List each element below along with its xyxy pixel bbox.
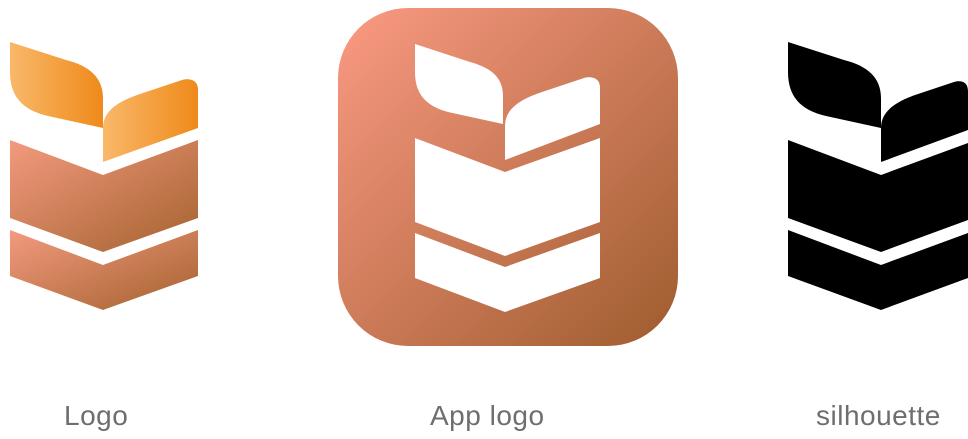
silhouette-upper-chevron-shape <box>788 140 968 252</box>
silhouette-logo-icon <box>788 42 968 310</box>
logo-caption: Logo <box>64 400 129 431</box>
silhouette-caption: silhouette <box>816 400 941 431</box>
left-leaf-shape <box>10 42 103 128</box>
logo-variant: Logo <box>0 0 240 439</box>
silhouette-variant: silhouette <box>770 0 968 439</box>
book-leaf-logo-icon <box>10 42 198 310</box>
app-logo-caption: App logo <box>430 400 545 431</box>
silhouette-left-leaf-shape <box>788 42 881 128</box>
silhouette-glyph <box>788 42 968 310</box>
app-icon <box>338 8 678 346</box>
app-logo-variant: App logo <box>330 0 690 439</box>
